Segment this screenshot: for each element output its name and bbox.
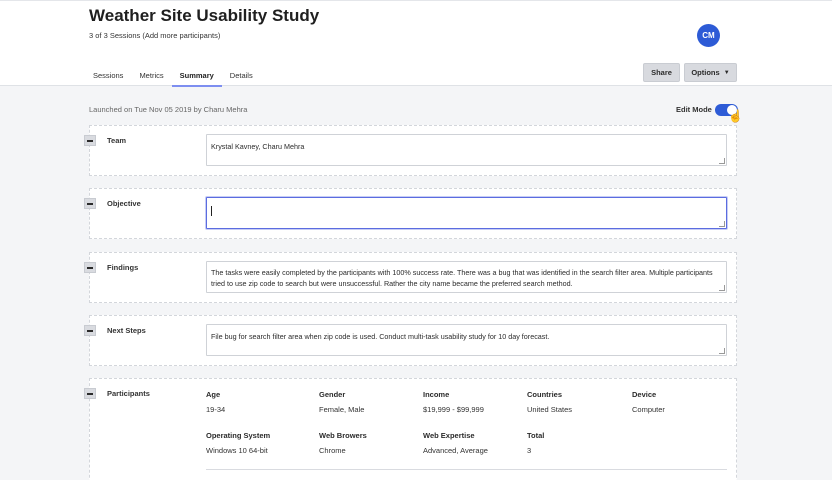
resize-grip-icon[interactable]: [719, 348, 725, 354]
session-count: 3 of 3 Sessions (Add more participants): [89, 31, 220, 40]
findings-label: Findings: [107, 263, 139, 272]
findings-value: The tasks were easily completed by the p…: [211, 268, 713, 288]
gender-label: Gender: [319, 390, 346, 399]
resize-grip-icon[interactable]: [719, 221, 725, 227]
options-button[interactable]: Options ▼: [684, 63, 737, 82]
device-value: Computer: [632, 405, 665, 414]
gender-value: Female, Male: [319, 405, 365, 414]
device-label: Device: [632, 390, 657, 399]
edit-mode-label: Edit Mode: [676, 105, 712, 114]
next-steps-field[interactable]: File bug for search filter area when zip…: [206, 324, 727, 356]
browsers-label: Web Browers: [319, 431, 367, 440]
collapse-minus-icon[interactable]: [84, 262, 96, 273]
income-label: Income: [423, 390, 450, 399]
objective-label: Objective: [107, 199, 141, 208]
tab-summary[interactable]: Summary: [171, 67, 222, 87]
next-steps-label: Next Steps: [107, 326, 146, 335]
total-label: Total: [527, 431, 545, 440]
page-title: Weather Site Usability Study: [89, 6, 320, 25]
participants-label: Participants: [107, 389, 150, 398]
tab-bar: Sessions Metrics Summary Details: [85, 67, 261, 87]
pointer-cursor-icon: ☝: [728, 109, 743, 123]
findings-field[interactable]: The tasks were easily completed by the p…: [206, 261, 727, 293]
tab-details[interactable]: Details: [222, 67, 261, 87]
age-value: 19-34: [206, 405, 226, 414]
collapse-minus-icon[interactable]: [84, 325, 96, 336]
caret-down-icon: ▼: [723, 69, 730, 76]
page-header: Weather Site Usability Study 3 of 3 Sess…: [0, 0, 832, 87]
team-value: Krystal Kavney, Charu Mehra: [211, 142, 305, 151]
options-label: Options: [691, 68, 720, 77]
total-value: 3: [527, 446, 532, 455]
countries-label: Countries: [527, 390, 563, 399]
objective-field[interactable]: [206, 197, 727, 229]
text-cursor: [211, 206, 212, 216]
tab-sessions[interactable]: Sessions: [85, 67, 131, 87]
launched-info: Launched on Tue Nov 05 2019 by Charu Meh…: [89, 105, 248, 114]
browsers-value: Chrome: [319, 446, 346, 455]
add-participants-link[interactable]: (Add more participants): [142, 31, 220, 40]
tab-metrics[interactable]: Metrics: [131, 67, 171, 87]
resize-grip-icon[interactable]: [719, 158, 725, 164]
resize-grip-icon[interactable]: [719, 285, 725, 291]
income-value: $19,999 - $99,999: [423, 405, 484, 414]
os-label: Operating System: [206, 431, 271, 440]
collapse-minus-icon[interactable]: [84, 388, 96, 399]
collapse-minus-icon[interactable]: [84, 135, 96, 146]
age-label: Age: [206, 390, 221, 399]
next-steps-value: File bug for search filter area when zip…: [211, 332, 550, 341]
avatar[interactable]: CM: [697, 24, 720, 47]
collapse-minus-icon[interactable]: [84, 198, 96, 209]
share-button[interactable]: Share: [643, 63, 680, 82]
expertise-label: Web Expertise: [423, 431, 475, 440]
countries-value: United States: [527, 405, 573, 414]
sessions-text: 3 of 3 Sessions: [89, 31, 141, 40]
team-field[interactable]: Krystal Kavney, Charu Mehra: [206, 134, 727, 166]
os-value: Windows 10 64-bit: [206, 446, 268, 455]
divider: [206, 469, 727, 470]
expertise-value: Advanced, Average: [423, 446, 488, 455]
team-label: Team: [107, 136, 127, 145]
